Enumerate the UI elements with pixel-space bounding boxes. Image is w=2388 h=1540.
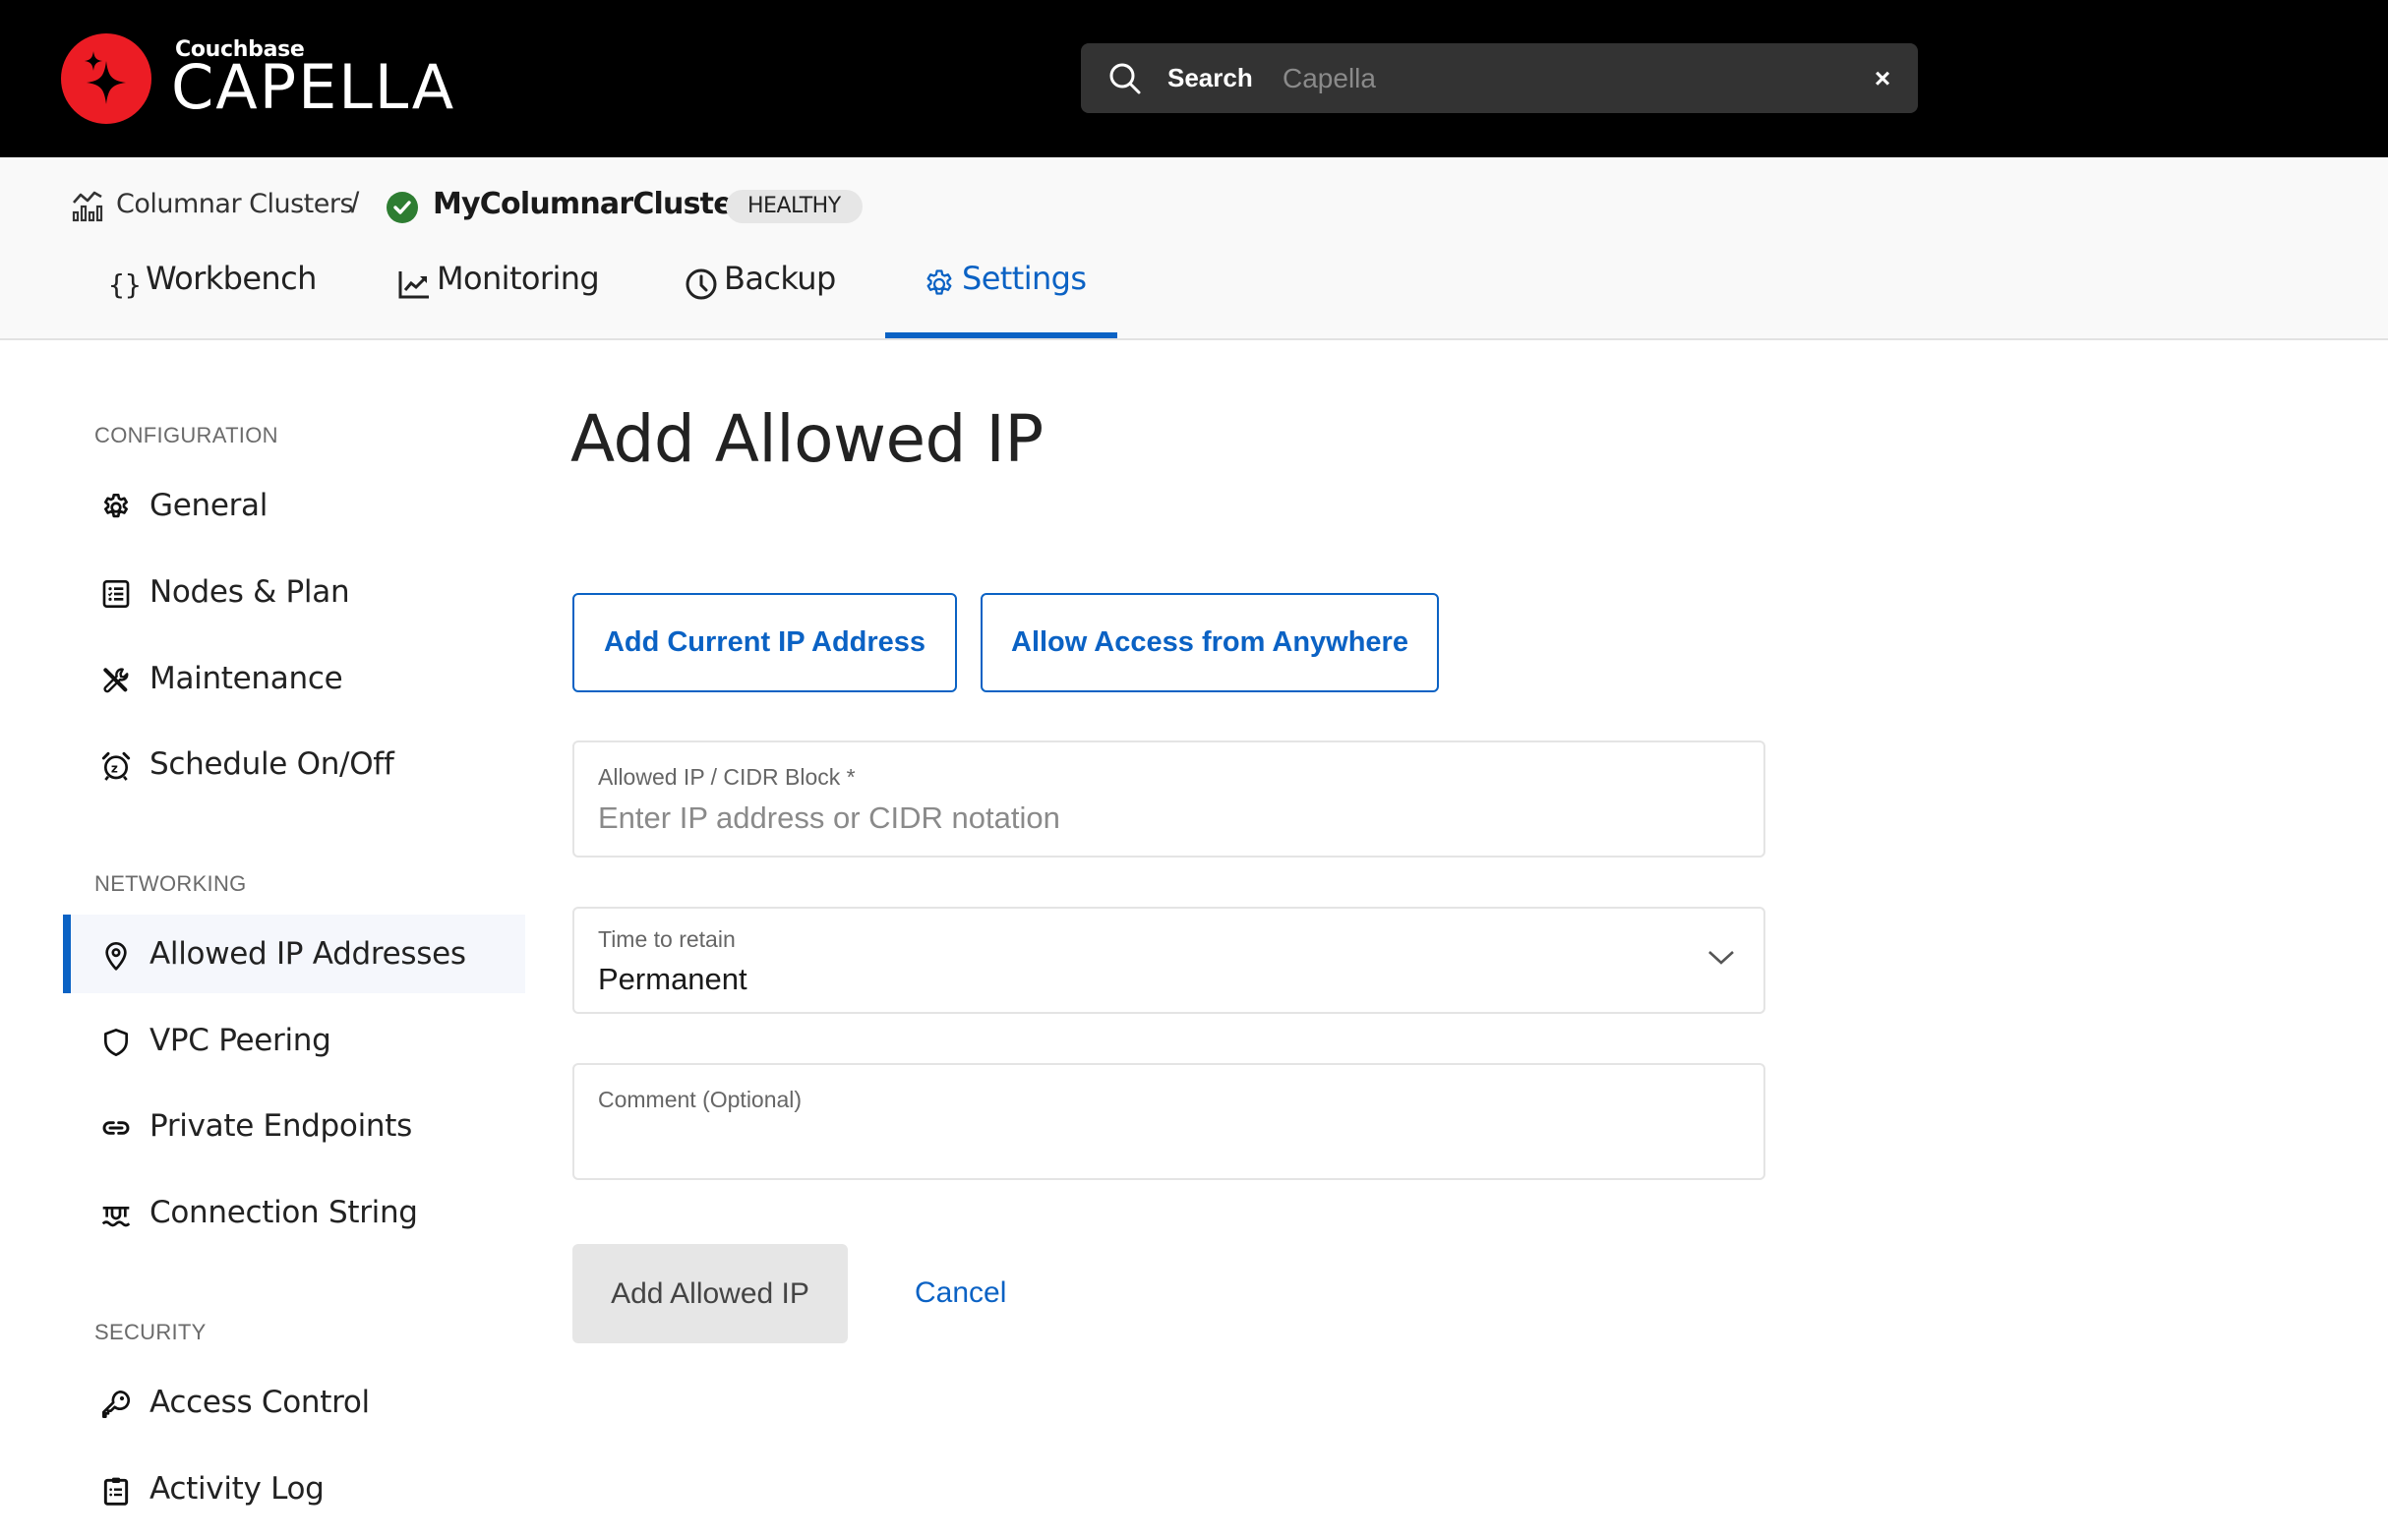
tab-workbench-label: Workbench [146, 260, 317, 297]
check-circle-icon [386, 191, 419, 229]
clock-icon [685, 267, 718, 306]
gear-icon [100, 492, 132, 523]
cluster-header: Columnar Clusters / MyColumnarCluster HE… [0, 157, 2388, 340]
search-icon [1108, 62, 1142, 100]
sidebar-item-private-endpoints[interactable]: Private Endpoints [63, 1087, 525, 1165]
sidebar-item-label: Maintenance [149, 661, 343, 696]
tab-monitoring[interactable]: Monitoring [397, 260, 600, 338]
sidebar-item-connection-string[interactable]: Connection String [63, 1173, 525, 1252]
add-allowed-ip-submit-button[interactable]: Add Allowed IP [572, 1244, 848, 1343]
clipboard-list-icon [100, 1475, 132, 1507]
sidebar-item-schedule[interactable]: z Schedule On/Off [63, 725, 525, 803]
tools-icon [100, 665, 132, 696]
allowed-ip-label: Allowed IP / CIDR Block * [598, 764, 856, 790]
cancel-button[interactable]: Cancel [915, 1276, 1006, 1310]
comment-input[interactable] [598, 1120, 1729, 1169]
columnar-chart-icon [71, 189, 104, 227]
chart-line-icon [397, 267, 431, 306]
allowed-ip-field[interactable]: Allowed IP / CIDR Block * [572, 740, 1765, 858]
alarm-clock-icon: z [100, 750, 132, 782]
checklist-icon [100, 578, 132, 610]
link-icon [100, 1112, 132, 1144]
sidebar-item-label: Connection String [149, 1195, 418, 1230]
tab-backup-label: Backup [724, 260, 836, 297]
shield-icon [100, 1027, 132, 1058]
svg-text:z: z [111, 762, 118, 776]
comment-label: Comment (Optional) [598, 1087, 803, 1112]
top-header: Couchbase CAPELLA Search × [0, 0, 2388, 157]
map-pin-icon [100, 940, 132, 972]
sidebar-item-nodes-plan[interactable]: Nodes & Plan [63, 553, 525, 631]
sidebar-item-label: VPC Peering [149, 1023, 331, 1058]
tab-backup[interactable]: Backup [685, 260, 836, 338]
gear-icon [923, 267, 956, 306]
allow-access-anywhere-button[interactable]: Allow Access from Anywhere [981, 593, 1439, 692]
breadcrumb-columnar-clusters[interactable]: Columnar Clusters [116, 189, 354, 219]
search-input[interactable] [1283, 55, 1833, 102]
time-to-retain-label: Time to retain [598, 926, 736, 952]
add-current-ip-button[interactable]: Add Current IP Address [572, 593, 957, 692]
key-icon [100, 1389, 132, 1420]
sidebar-item-label: Access Control [149, 1385, 370, 1420]
global-search[interactable]: Search × [1081, 43, 1918, 113]
status-badge: HEALTHY [726, 190, 863, 223]
sidebar-section-security: SECURITY [94, 1320, 207, 1344]
sidebar-section-configuration: CONFIGURATION [94, 423, 278, 447]
close-icon[interactable]: × [1868, 65, 1897, 94]
tab-monitoring-label: Monitoring [437, 260, 600, 297]
sidebar-item-vpc-peering[interactable]: VPC Peering [63, 1001, 525, 1080]
comment-field[interactable]: Comment (Optional) [572, 1063, 1765, 1180]
chevron-down-icon[interactable] [1706, 948, 1736, 973]
brand-capella: CAPELLA [171, 51, 456, 123]
tab-settings[interactable]: Settings [923, 260, 1087, 338]
sidebar-item-maintenance[interactable]: Maintenance [63, 639, 525, 718]
allowed-ip-input[interactable] [598, 796, 1729, 841]
sidebar-item-label: Private Endpoints [149, 1108, 412, 1144]
active-tab-indicator [885, 332, 1117, 338]
sidebar-item-label: Nodes & Plan [149, 574, 350, 610]
capella-logo-icon[interactable] [61, 33, 151, 124]
sidebar-item-general[interactable]: General [63, 466, 525, 545]
search-label: Search [1167, 63, 1253, 92]
breadcrumb-separator: / [351, 187, 360, 219]
sidebar-item-activity-log[interactable]: Activity Log [63, 1450, 525, 1528]
breadcrumb-current-cluster: MyColumnarCluster [433, 187, 747, 221]
sidebar-item-access-control[interactable]: Access Control [63, 1363, 525, 1442]
sidebar-item-allowed-ip-addresses[interactable]: Allowed IP Addresses [63, 915, 525, 993]
time-to-retain-select[interactable]: Time to retain Permanent [572, 907, 1765, 1014]
time-to-retain-value: Permanent [598, 962, 747, 996]
tab-workbench[interactable]: {} Workbench [106, 260, 317, 338]
sidebar-item-label: General [149, 488, 269, 523]
svg-text:{}: {} [108, 268, 140, 301]
sidebar-section-networking: NETWORKING [94, 871, 247, 896]
page-title: Add Allowed IP [570, 401, 1044, 477]
connection-icon [100, 1199, 132, 1230]
tab-settings-label: Settings [962, 260, 1087, 297]
braces-icon: {} [106, 267, 142, 306]
sidebar-item-label: Schedule On/Off [149, 746, 394, 782]
sidebar-item-label: Allowed IP Addresses [149, 936, 466, 972]
sidebar-item-label: Activity Log [149, 1471, 325, 1507]
